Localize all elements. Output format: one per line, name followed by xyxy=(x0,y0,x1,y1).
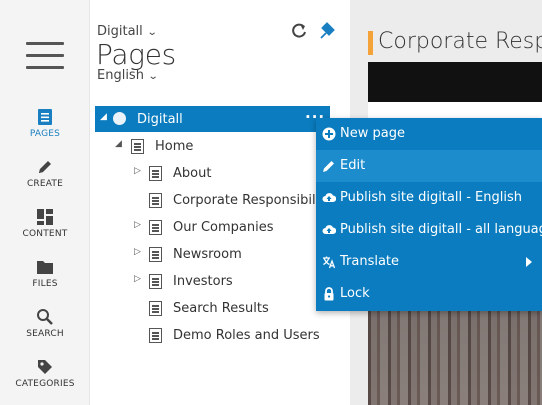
tree-item-label: Digitall xyxy=(137,112,183,127)
menu-item-publish-all-languages[interactable]: Publish site digitall - all languages xyxy=(316,214,542,246)
collapsed-toggle-icon[interactable]: ▷ xyxy=(134,247,141,257)
expanded-toggle-icon[interactable]: ◢ xyxy=(115,139,122,149)
tree-item-label: Demo Roles and Users xyxy=(173,328,320,343)
tree-item-label: Home xyxy=(155,139,194,154)
page-icon xyxy=(149,274,162,289)
rail-item-label: FILES xyxy=(32,279,58,289)
rail-item-categories[interactable]: CATEGORIES xyxy=(0,358,90,402)
language-selector[interactable]: English ⌄ xyxy=(97,68,159,83)
menu-item-publish-english[interactable]: Publish site digitall - English xyxy=(316,182,542,214)
preview-spacer xyxy=(368,102,542,118)
site-selector[interactable]: Digitall ⌄ xyxy=(97,24,158,39)
page-icon xyxy=(149,247,162,262)
rail-item-label: CREATE xyxy=(26,179,64,189)
content-icon xyxy=(37,209,53,225)
tree-item-our-companies[interactable]: ▷ Our Companies xyxy=(95,214,335,241)
rail-item-files[interactable]: FILES xyxy=(0,258,90,302)
menu-item-label: Edit xyxy=(340,158,366,173)
chevron-down-icon: ⌄ xyxy=(146,27,158,38)
page-icon xyxy=(149,193,162,208)
folder-icon xyxy=(37,261,53,274)
tree-item-label: About xyxy=(173,166,212,181)
cloud-upload-icon xyxy=(322,193,336,202)
menu-item-label: Lock xyxy=(340,286,370,301)
tree-item-investors[interactable]: ▷ Investors xyxy=(95,268,335,295)
tree-item-label: Our Companies xyxy=(173,220,274,235)
page-icon xyxy=(131,139,144,154)
title-accent-bar xyxy=(368,31,373,55)
translate-icon xyxy=(323,256,336,269)
language-name: English xyxy=(97,68,144,83)
collapsed-toggle-icon[interactable]: ▷ xyxy=(134,166,141,176)
menu-item-edit[interactable]: Edit xyxy=(316,150,542,182)
menu-item-lock[interactable]: Lock xyxy=(316,278,542,310)
menu-item-label: Publish site digitall - all languages xyxy=(340,222,542,237)
tag-icon xyxy=(38,360,52,374)
tree-root-row[interactable]: ◢ Digitall ··· xyxy=(95,106,330,132)
page-title: Pages xyxy=(96,38,176,71)
tree-item-label: Newsroom xyxy=(173,247,242,262)
tree-item-search-results[interactable]: Search Results xyxy=(95,295,335,322)
tree-item-label: Search Results xyxy=(173,301,269,316)
menu-item-label: Publish site digitall - English xyxy=(340,190,522,205)
pages-icon xyxy=(38,109,52,125)
hamburger-menu-icon[interactable] xyxy=(26,41,64,69)
rail-item-search[interactable]: SEARCH xyxy=(0,308,90,352)
menu-item-new-page[interactable]: New page xyxy=(316,118,542,150)
tree-item-corporate-responsibility[interactable]: Corporate Responsibility xyxy=(95,187,335,214)
page-icon xyxy=(149,328,162,343)
tree-item-demo-roles-and-users[interactable]: Demo Roles and Users xyxy=(95,322,335,349)
tree-item-label: Corporate Responsibility xyxy=(173,193,333,208)
page-icon xyxy=(149,166,162,181)
collapsed-toggle-icon[interactable]: ▷ xyxy=(134,274,141,284)
site-icon xyxy=(113,112,126,125)
rail-item-label: PAGES xyxy=(29,129,61,139)
page-icon xyxy=(149,301,162,316)
tree-item-about[interactable]: ▷ About xyxy=(95,160,335,187)
lock-icon xyxy=(324,287,334,301)
tree-item-newsroom[interactable]: ▷ Newsroom xyxy=(95,241,335,268)
pages-panel: Digitall ⌄ Pages English ⌄ ◢ Digitall ··· … xyxy=(90,0,350,405)
pencil-icon xyxy=(323,161,334,172)
site-name: Digitall xyxy=(97,24,143,39)
pin-icon[interactable] xyxy=(319,22,337,40)
rail-item-label: CATEGORIES xyxy=(15,379,75,389)
rail-item-content[interactable]: CONTENT xyxy=(0,208,90,252)
cloud-upload-icon xyxy=(322,225,336,234)
plus-circle-icon xyxy=(322,127,336,141)
page-icon xyxy=(149,220,162,235)
submenu-arrow-icon xyxy=(526,257,532,267)
rail-item-pages[interactable]: PAGES xyxy=(0,108,90,152)
context-menu: New page Edit Publish site digitall - En… xyxy=(316,118,542,311)
expanded-toggle-icon[interactable]: ◢ xyxy=(100,112,107,122)
rail-item-label: SEARCH xyxy=(26,329,64,339)
search-icon xyxy=(37,309,53,325)
menu-item-translate[interactable]: Translate xyxy=(316,246,542,278)
rail-item-create[interactable]: CREATE xyxy=(0,158,90,202)
tree-item-home[interactable]: ◢ Home xyxy=(95,133,335,160)
collapsed-toggle-icon[interactable]: ▷ xyxy=(134,220,141,230)
menu-item-label: Translate xyxy=(340,254,400,269)
menu-item-label: New page xyxy=(340,126,405,141)
preview-title: Corporate Resp xyxy=(378,29,542,54)
chevron-down-icon: ⌄ xyxy=(147,71,159,82)
tree-item-label: Investors xyxy=(173,274,233,289)
rail-item-label: CONTENT xyxy=(22,229,68,239)
navigation-rail: PAGES CREATE CONTENT FILES SEARCH CATEGO… xyxy=(0,0,90,405)
refresh-icon[interactable] xyxy=(290,22,308,40)
pencil-icon xyxy=(39,161,51,173)
preview-banner xyxy=(368,62,542,102)
